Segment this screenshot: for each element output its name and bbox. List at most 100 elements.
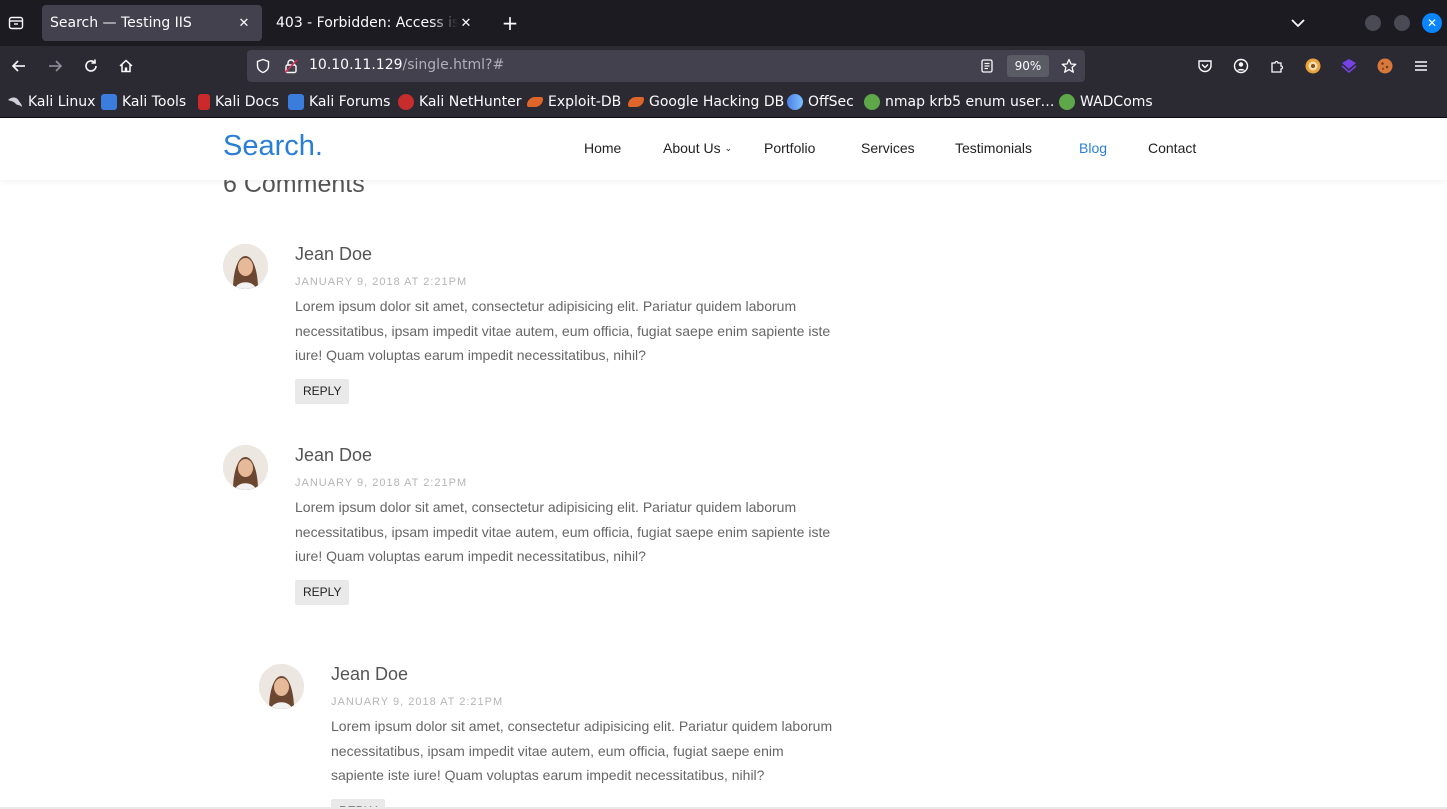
comment-text: Lorem ipsum dolor sit amet, consectetur … [295,495,895,569]
home-icon[interactable] [114,54,138,78]
chevron-down-icon: ⌄ [724,143,733,153]
bookmark-label: Kali Tools [122,94,187,110]
bookmark-label: OffSec [808,94,854,110]
comment-date: JANUARY 9, 2018 AT 2:21PM [295,276,468,288]
kali-dragon-icon [7,94,23,110]
minimize-window-icon[interactable] [1365,15,1381,31]
comment-date: JANUARY 9, 2018 AT 2:21PM [331,696,504,708]
extensions-puzzle-icon[interactable] [1265,54,1289,78]
close-icon[interactable]: ✕ [236,15,252,31]
bookmark-kali-tools[interactable]: Kali Tools [101,93,186,111]
bookmark-label: Exploit-DB [548,94,622,110]
navigation-toolbar: 10.10.11.129/single.html?# 90% 15 [0,46,1447,110]
wadcoms-icon [1059,94,1075,110]
bookmark-label: nmap krb5 enum user… [885,94,1055,110]
reply-button[interactable]: REPLY [295,379,350,404]
comment-item-nested: Jean Doe JANUARY 9, 2018 AT 2:21PM Lorem… [259,664,899,809]
site-header: Search. Home About Us ⌄ Portfolio Service… [0,118,1447,180]
bookmark-label: Google Hacking DB [649,94,785,110]
cookie-editor-extension-icon[interactable] [1373,54,1397,78]
avatar [223,244,268,289]
reply-button[interactable]: REPLY [295,580,350,605]
bookmark-kali-docs[interactable]: Kali Docs [198,93,279,111]
bookmark-nmap-krb5-enum-users[interactable]: nmap krb5 enum user… [864,93,1055,111]
tab-bar: Search — Testing IIS ✕ 403 - Forbidden: … [0,0,1447,46]
page-viewport: 6 Comments Jean Doe JANUARY 9, 2018 AT 2… [0,118,1447,809]
comment-text-line: sapiente iste iure! Quam voluptas earum … [331,767,765,783]
comment-date: JANUARY 9, 2018 AT 2:21PM [295,477,468,489]
comment-text-line: necessitatibus, ipsam impedit vitae aute… [295,523,831,540]
nav-contact[interactable]: Contact [1148,140,1196,156]
insecure-lock-icon[interactable] [281,56,301,76]
offsec-icon [787,94,803,110]
bookmark-label: WADComs [1080,94,1153,110]
back-arrow-icon[interactable] [7,54,31,78]
firefox-view-icon[interactable] [4,11,28,35]
comment-text: Lorem ipsum dolor sit amet, consectetur … [331,714,891,788]
avatar [259,664,304,709]
comment-text-line: necessitatibus, ipsam impedit vitae aute… [295,322,831,339]
comment-text-line: Lorem ipsum dolor sit amet, consectetur … [295,298,797,314]
bookmark-label: Kali NetHunter [419,94,522,110]
new-tab-plus-icon[interactable]: + [498,11,522,35]
kali-docs-icon [198,94,210,110]
forward-arrow-icon[interactable] [43,54,67,78]
bookmark-star-icon[interactable] [1059,56,1079,76]
tab-search-testing-iis[interactable]: Search — Testing IIS ✕ [42,5,262,41]
bookmarks-toolbar: Kali Linux Kali Tools Kali Docs Kali For… [0,86,1447,118]
exploitdb-icon [527,97,543,107]
bookmark-kali-forums[interactable]: Kali Forums [288,93,390,111]
comment-item: Jean Doe JANUARY 9, 2018 AT 2:21PM Lorem… [223,445,883,615]
nav-about-us-label: About Us [663,140,721,156]
close-icon[interactable]: ✕ [458,15,474,31]
bookmark-kali-nethunter[interactable]: Kali NetHunter [398,93,521,111]
hamburger-menu-icon[interactable] [1409,54,1433,78]
nav-blog[interactable]: Blog [1079,140,1107,156]
maximize-window-icon[interactable] [1394,15,1410,31]
zoom-level-badge[interactable]: 90% [1007,55,1049,77]
reload-icon[interactable] [79,54,103,78]
bookmark-google-hacking-db[interactable]: Google Hacking DB [628,93,784,111]
kali-tools-icon [101,94,117,110]
url-text[interactable]: 10.10.11.129/single.html?# [309,57,504,73]
nav-portfolio[interactable]: Portfolio [764,140,815,156]
comment-text: Lorem ipsum dolor sit amet, consectetur … [295,294,895,368]
reader-view-icon[interactable] [977,56,997,76]
comment-text-line: necessitatibus, ipsam impedit vitae aute… [331,742,784,759]
comment-author: Jean Doe [295,244,373,264]
nmap-icon [864,94,880,110]
tab-403-forbidden[interactable]: 403 - Forbidden: Access is denied. ✕ [268,5,484,41]
nav-testimonials[interactable]: Testimonials [955,140,1032,156]
chevron-down-icon[interactable] [1288,13,1308,33]
comment-text-line: iure! Quam voluptas earum impedit necess… [295,347,646,363]
account-icon[interactable] [1229,54,1253,78]
bookmark-kali-linux[interactable]: Kali Linux [7,93,95,111]
site-logo[interactable]: Search. [223,130,323,163]
comment-author: Jean Doe [295,445,373,465]
foxyproxy-extension-icon[interactable] [1301,54,1325,78]
close-window-icon[interactable]: ✕ [1422,13,1442,33]
comment-author: Jean Doe [331,664,409,684]
bookmark-wadcoms[interactable]: WADComs [1059,93,1153,111]
bookmark-offsec[interactable]: OffSec [787,93,854,111]
tab-title: Search — Testing IIS [50,15,192,31]
comment-text-line: Lorem ipsum dolor sit amet, consectetur … [331,718,833,734]
url-path: /single.html?# [402,57,505,73]
tracking-protection-shield-icon[interactable] [253,56,273,76]
bookmark-exploit-db[interactable]: Exploit-DB [527,93,621,111]
nethunter-icon [398,94,414,110]
comment-text-line: iure! Quam voluptas earum impedit necess… [295,548,646,564]
avatar [223,445,268,490]
bookmark-label: Kali Forums [309,94,391,110]
hacktools-extension-icon[interactable] [1337,54,1361,78]
bookmark-label: Kali Docs [215,94,280,110]
nav-home[interactable]: Home [584,140,621,156]
nav-services[interactable]: Services [861,140,915,156]
address-bar[interactable]: 10.10.11.129/single.html?# 90% [247,50,1085,82]
url-host: 10.10.11.129 [309,57,403,73]
nav-about-us[interactable]: About Us ⌄ [663,140,732,156]
pocket-icon[interactable] [1193,54,1217,78]
tab-title: 403 - Forbidden: Access is denied. [276,15,458,31]
kali-forums-icon [288,94,304,110]
comment-item: Jean Doe JANUARY 9, 2018 AT 2:21PM Lorem… [223,244,883,414]
